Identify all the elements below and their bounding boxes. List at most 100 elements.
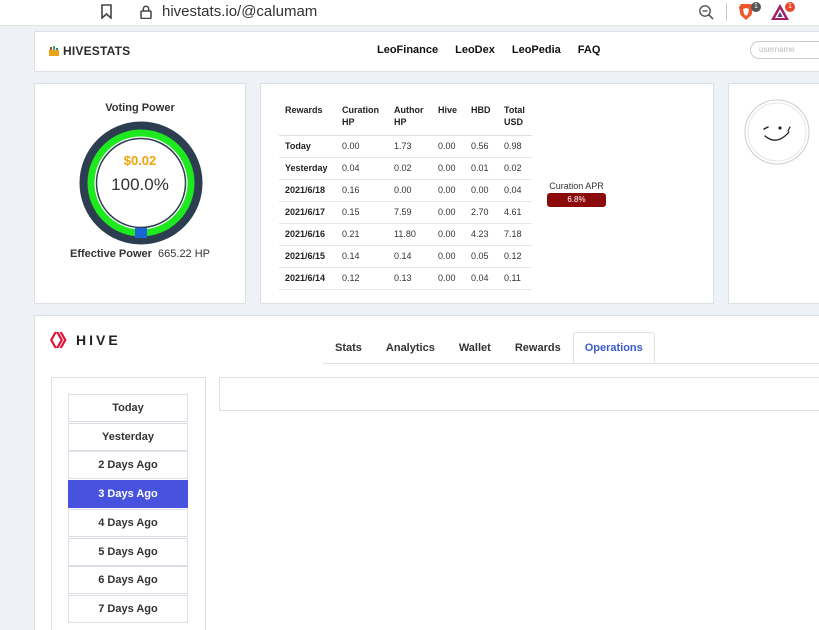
reward-date: 2021/6/17	[279, 201, 336, 224]
total-usd-value: 0.11	[498, 267, 532, 290]
day-button-3-days-ago[interactable]: 3 Days Ago	[68, 480, 188, 509]
address-bar[interactable]: hivestats.io/@calumam	[162, 3, 317, 20]
tab-wallet[interactable]: Wallet	[447, 332, 503, 363]
voting-power-card: Voting Power $0.02 100.0% Effective Powe…	[34, 83, 246, 304]
rewards-row: 2021/6/18 0.16 0.00 0.00 0.00 0.04	[279, 179, 532, 202]
col-curation-hp: Curation HP	[336, 101, 388, 136]
rewards-row: 2021/6/17 0.15 7.59 0.00 2.70 4.61	[279, 201, 532, 224]
rewards-row: 2021/6/15 0.14 0.14 0.00 0.05 0.12	[279, 245, 532, 268]
brave-rewards-badge: 1	[785, 2, 795, 12]
reward-date: Yesterday	[279, 157, 336, 180]
curation-hp-value: 0.21	[336, 223, 388, 246]
top-nav: LeoFinance LeoDex LeoPedia FAQ	[377, 44, 600, 56]
col-author-hp: Author HP	[388, 101, 432, 136]
username-search-input[interactable]: username	[750, 41, 819, 59]
reward-date: 2021/6/14	[279, 267, 336, 290]
reward-date: 2021/6/18	[279, 179, 336, 202]
effective-power-value: 665.22 HP	[158, 248, 211, 260]
hivestats-logo[interactable]: HIVESTATS	[48, 44, 130, 58]
rewards-row: 2021/6/16 0.21 11.80 0.00 4.23 7.18	[279, 223, 532, 246]
curation-hp-value: 0.00	[336, 135, 388, 158]
vote-value-usd: $0.02	[123, 153, 157, 168]
col-hive: Hive	[432, 101, 465, 136]
hive-value: 0.00	[432, 135, 465, 158]
rewards-table: Rewards Curation HP Author HP Hive HBD T…	[279, 101, 532, 290]
hbd-value: 0.01	[465, 157, 498, 180]
hbd-value: 0.56	[465, 135, 498, 158]
hive-value: 0.00	[432, 223, 465, 246]
day-button-2-days-ago[interactable]: 2 Days Ago	[68, 451, 188, 480]
lock-icon[interactable]	[140, 5, 152, 19]
curation-apr: Curation APR 6.8%	[547, 181, 606, 207]
rewards-row: Yesterday 0.04 0.02 0.00 0.01 0.02	[279, 157, 532, 180]
hbd-value: 4.23	[465, 223, 498, 246]
effective-power: Effective Power 665.22 HP	[35, 248, 245, 260]
browser-toolbar: hivestats.io/@calumam 1 1	[0, 0, 819, 26]
nav-leopedia[interactable]: LeoPedia	[512, 44, 561, 56]
curation-hp-value: 0.15	[336, 201, 388, 224]
bookmark-icon[interactable]	[101, 4, 112, 19]
day-button-yesterday[interactable]: Yesterday	[68, 422, 188, 451]
gauge-marker	[135, 228, 147, 238]
hbd-value: 0.00	[465, 179, 498, 202]
curation-hp-value: 0.16	[336, 179, 388, 202]
site-header: HIVESTATS LeoFinance LeoDex LeoPedia FAQ…	[34, 31, 819, 72]
nav-leofinance[interactable]: LeoFinance	[377, 44, 438, 56]
author-hp-value: 11.80	[388, 223, 432, 246]
col-rewards: Rewards	[279, 101, 336, 136]
author-hp-value: 0.14	[388, 245, 432, 268]
zoom-out-icon[interactable]	[698, 4, 714, 20]
total-usd-value: 0.98	[498, 135, 532, 158]
rewards-header-row: Rewards Curation HP Author HP Hive HBD T…	[279, 101, 532, 136]
operations-list	[219, 377, 819, 411]
voting-power-title: Voting Power	[105, 102, 175, 114]
toolbar-divider	[726, 3, 727, 21]
author-hp-value: 1.73	[388, 135, 432, 158]
rewards-row: Today 0.00 1.73 0.00 0.56 0.98	[279, 135, 532, 158]
curation-hp-value: 0.14	[336, 245, 388, 268]
profile-card	[728, 83, 819, 304]
col-hbd: HBD	[465, 101, 498, 136]
curation-hp-value: 0.04	[336, 157, 388, 180]
rewards-row: 2021/6/14 0.12 0.13 0.00 0.04 0.11	[279, 267, 532, 290]
brave-shields-badge: 1	[751, 2, 761, 12]
author-hp-value: 7.59	[388, 201, 432, 224]
tab-analytics[interactable]: Analytics	[374, 332, 447, 363]
day-button-7-days-ago[interactable]: 7 Days Ago	[68, 594, 188, 623]
hive-logo-icon	[50, 332, 67, 348]
effective-power-label: Effective Power	[69, 248, 152, 260]
col-total-usd: Total USD	[498, 101, 532, 136]
day-button-4-days-ago[interactable]: 4 Days Ago	[68, 508, 188, 537]
hbd-value: 0.04	[465, 267, 498, 290]
day-button-5-days-ago[interactable]: 5 Days Ago	[68, 537, 188, 566]
hive-tabs: Stats Analytics Wallet Rewards Operations	[323, 332, 655, 363]
voting-power-percent: 100.0%	[111, 175, 169, 194]
author-hp-value: 0.02	[388, 157, 432, 180]
hbd-value: 2.70	[465, 201, 498, 224]
tab-rewards[interactable]: Rewards	[503, 332, 573, 363]
curation-hp-value: 0.12	[336, 267, 388, 290]
day-button-today[interactable]: Today	[68, 394, 188, 422]
hive-logo-text: HIVE	[76, 332, 121, 348]
day-selector-panel: Today Yesterday 2 Days Ago 3 Days Ago 4 Days…	[51, 377, 206, 630]
nav-leodex[interactable]: LeoDex	[455, 44, 495, 56]
total-usd-value: 0.12	[498, 245, 532, 268]
user-avatar[interactable]	[744, 99, 810, 165]
total-usd-value: 4.61	[498, 201, 532, 224]
total-usd-value: 0.04	[498, 179, 532, 202]
tabs-underline	[323, 363, 819, 364]
day-button-6-days-ago[interactable]: 6 Days Ago	[68, 566, 188, 595]
total-usd-value: 7.18	[498, 223, 532, 246]
author-hp-value: 0.13	[388, 267, 432, 290]
hive-value: 0.00	[432, 245, 465, 268]
total-usd-value: 0.02	[498, 157, 532, 180]
curation-apr-badge: 6.8%	[547, 193, 606, 207]
tab-operations[interactable]: Operations	[572, 332, 655, 363]
hive-value: 0.00	[432, 201, 465, 224]
tab-stats[interactable]: Stats	[323, 332, 374, 363]
hive-section: HIVE Stats Analytics Wallet Rewards Operatio…	[34, 315, 819, 630]
hive-logo[interactable]: HIVE	[50, 332, 121, 348]
nav-faq[interactable]: FAQ	[578, 44, 601, 56]
hbd-value: 0.05	[465, 245, 498, 268]
reward-date: Today	[279, 135, 336, 158]
